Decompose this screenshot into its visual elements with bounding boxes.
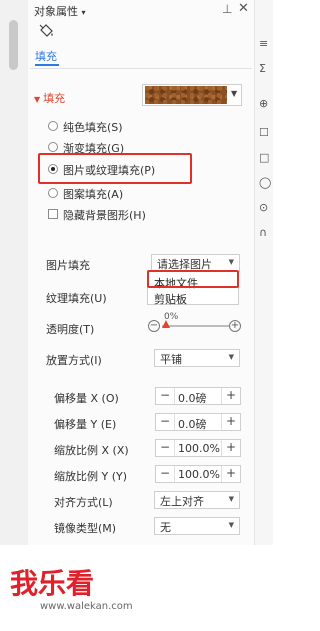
side-tool-icon[interactable]: ∩ [259,226,267,239]
tab-active-underline [35,64,59,66]
increment-button[interactable]: + [221,388,240,404]
menu-item-clipboard[interactable]: 剪贴板 [154,291,187,307]
radio-picture-fill[interactable] [48,164,58,174]
offset-x-stepper[interactable]: − 0.0磅 + [155,387,241,405]
mirror-select[interactable]: 无 ▼ [154,517,240,535]
panel-title[interactable]: 对象属性 ▾ [34,3,86,19]
placement-label: 放置方式(I) [46,354,102,367]
tab-fill[interactable]: 填充 [35,48,57,64]
left-scroll-column [0,0,29,545]
tab-divider [30,68,252,69]
side-tool-icon[interactable]: ⊕ [259,97,268,110]
scale-y-value[interactable]: 100.0% [178,468,220,481]
side-tool-icon[interactable]: ☐ [259,126,269,139]
decrement-button[interactable]: − [156,466,175,482]
decrement-button[interactable]: − [156,388,175,404]
image-fill-label: 图片填充 [46,259,90,272]
chevron-down-icon: ▼ [228,495,234,503]
side-tool-icon[interactable]: ⊙ [259,201,268,214]
placement-select[interactable]: 平铺 ▼ [154,349,240,367]
increment-button[interactable]: + [221,414,240,430]
radio-gradient-fill[interactable] [48,142,58,152]
radio-pattern-fill[interactable] [48,188,58,198]
fill-section-header[interactable]: ▼ 填充 [34,90,65,106]
highlight-box [147,270,239,288]
align-label: 对齐方式(L) [54,496,113,509]
scale-y-stepper[interactable]: − 100.0% + [155,465,241,483]
offset-x-label: 偏移量 X (O) [54,392,119,405]
hide-background-label[interactable]: 隐藏背景图形(H) [63,207,146,223]
texture-fill-label: 纹理填充(U) [46,292,107,305]
paint-bucket-icon[interactable] [37,22,55,40]
chevron-down-icon: ▼ [34,95,41,104]
increment-button[interactable]: + [221,440,240,456]
watermark-url: www.walekan.com [40,601,133,612]
chevron-down-icon: ▼ [228,353,234,361]
option-pattern-fill[interactable]: 图案填充(A) [63,186,123,202]
increment-button[interactable]: + [221,466,240,482]
right-side-strip [254,0,273,545]
mirror-label: 镜像类型(M) [54,522,117,535]
pin-icon[interactable]: ⊥ [222,2,232,16]
chevron-down-icon: ▼ [228,258,234,266]
watermark-logo: 我乐看 [10,567,95,600]
scale-x-stepper[interactable]: − 100.0% + [155,439,241,457]
side-tool-icon[interactable]: □ [259,151,269,164]
decrement-button[interactable]: − [156,414,175,430]
side-tool-icon[interactable]: ◯ [259,176,271,189]
radio-solid-fill[interactable] [48,121,58,131]
scale-y-label: 缩放比例 Y (Y) [54,470,128,483]
increase-transparency-button[interactable]: + [229,320,241,332]
scale-x-value[interactable]: 100.0% [178,442,220,455]
chevron-down-icon[interactable]: ▼ [231,89,237,98]
hide-background-checkbox[interactable] [48,209,58,219]
transparency-slider-track[interactable] [162,325,229,327]
texture-swatch [145,86,227,104]
align-select[interactable]: 左上对齐 ▼ [154,491,240,509]
offset-y-label: 偏移量 Y (E) [54,418,117,431]
chevron-down-icon: ▼ [228,521,234,529]
side-tool-icon[interactable]: Σ [259,62,266,75]
offset-x-value[interactable]: 0.0磅 [178,390,207,406]
transparency-label: 透明度(T) [46,323,95,336]
offset-y-value[interactable]: 0.0磅 [178,416,207,432]
side-tool-icon[interactable]: ≡ [259,37,268,50]
option-picture-fill[interactable]: 图片或纹理填充(P) [63,162,155,178]
offset-y-stepper[interactable]: − 0.0磅 + [155,413,241,431]
option-solid-fill[interactable]: 纯色填充(S) [63,119,123,135]
close-icon[interactable]: ✕ [238,1,249,16]
transparency-value: 0% [164,312,179,322]
scrollbar-thumb[interactable] [9,20,18,70]
decrease-transparency-button[interactable]: − [148,320,160,332]
decrement-button[interactable]: − [156,440,175,456]
scale-x-label: 缩放比例 X (X) [54,444,129,457]
